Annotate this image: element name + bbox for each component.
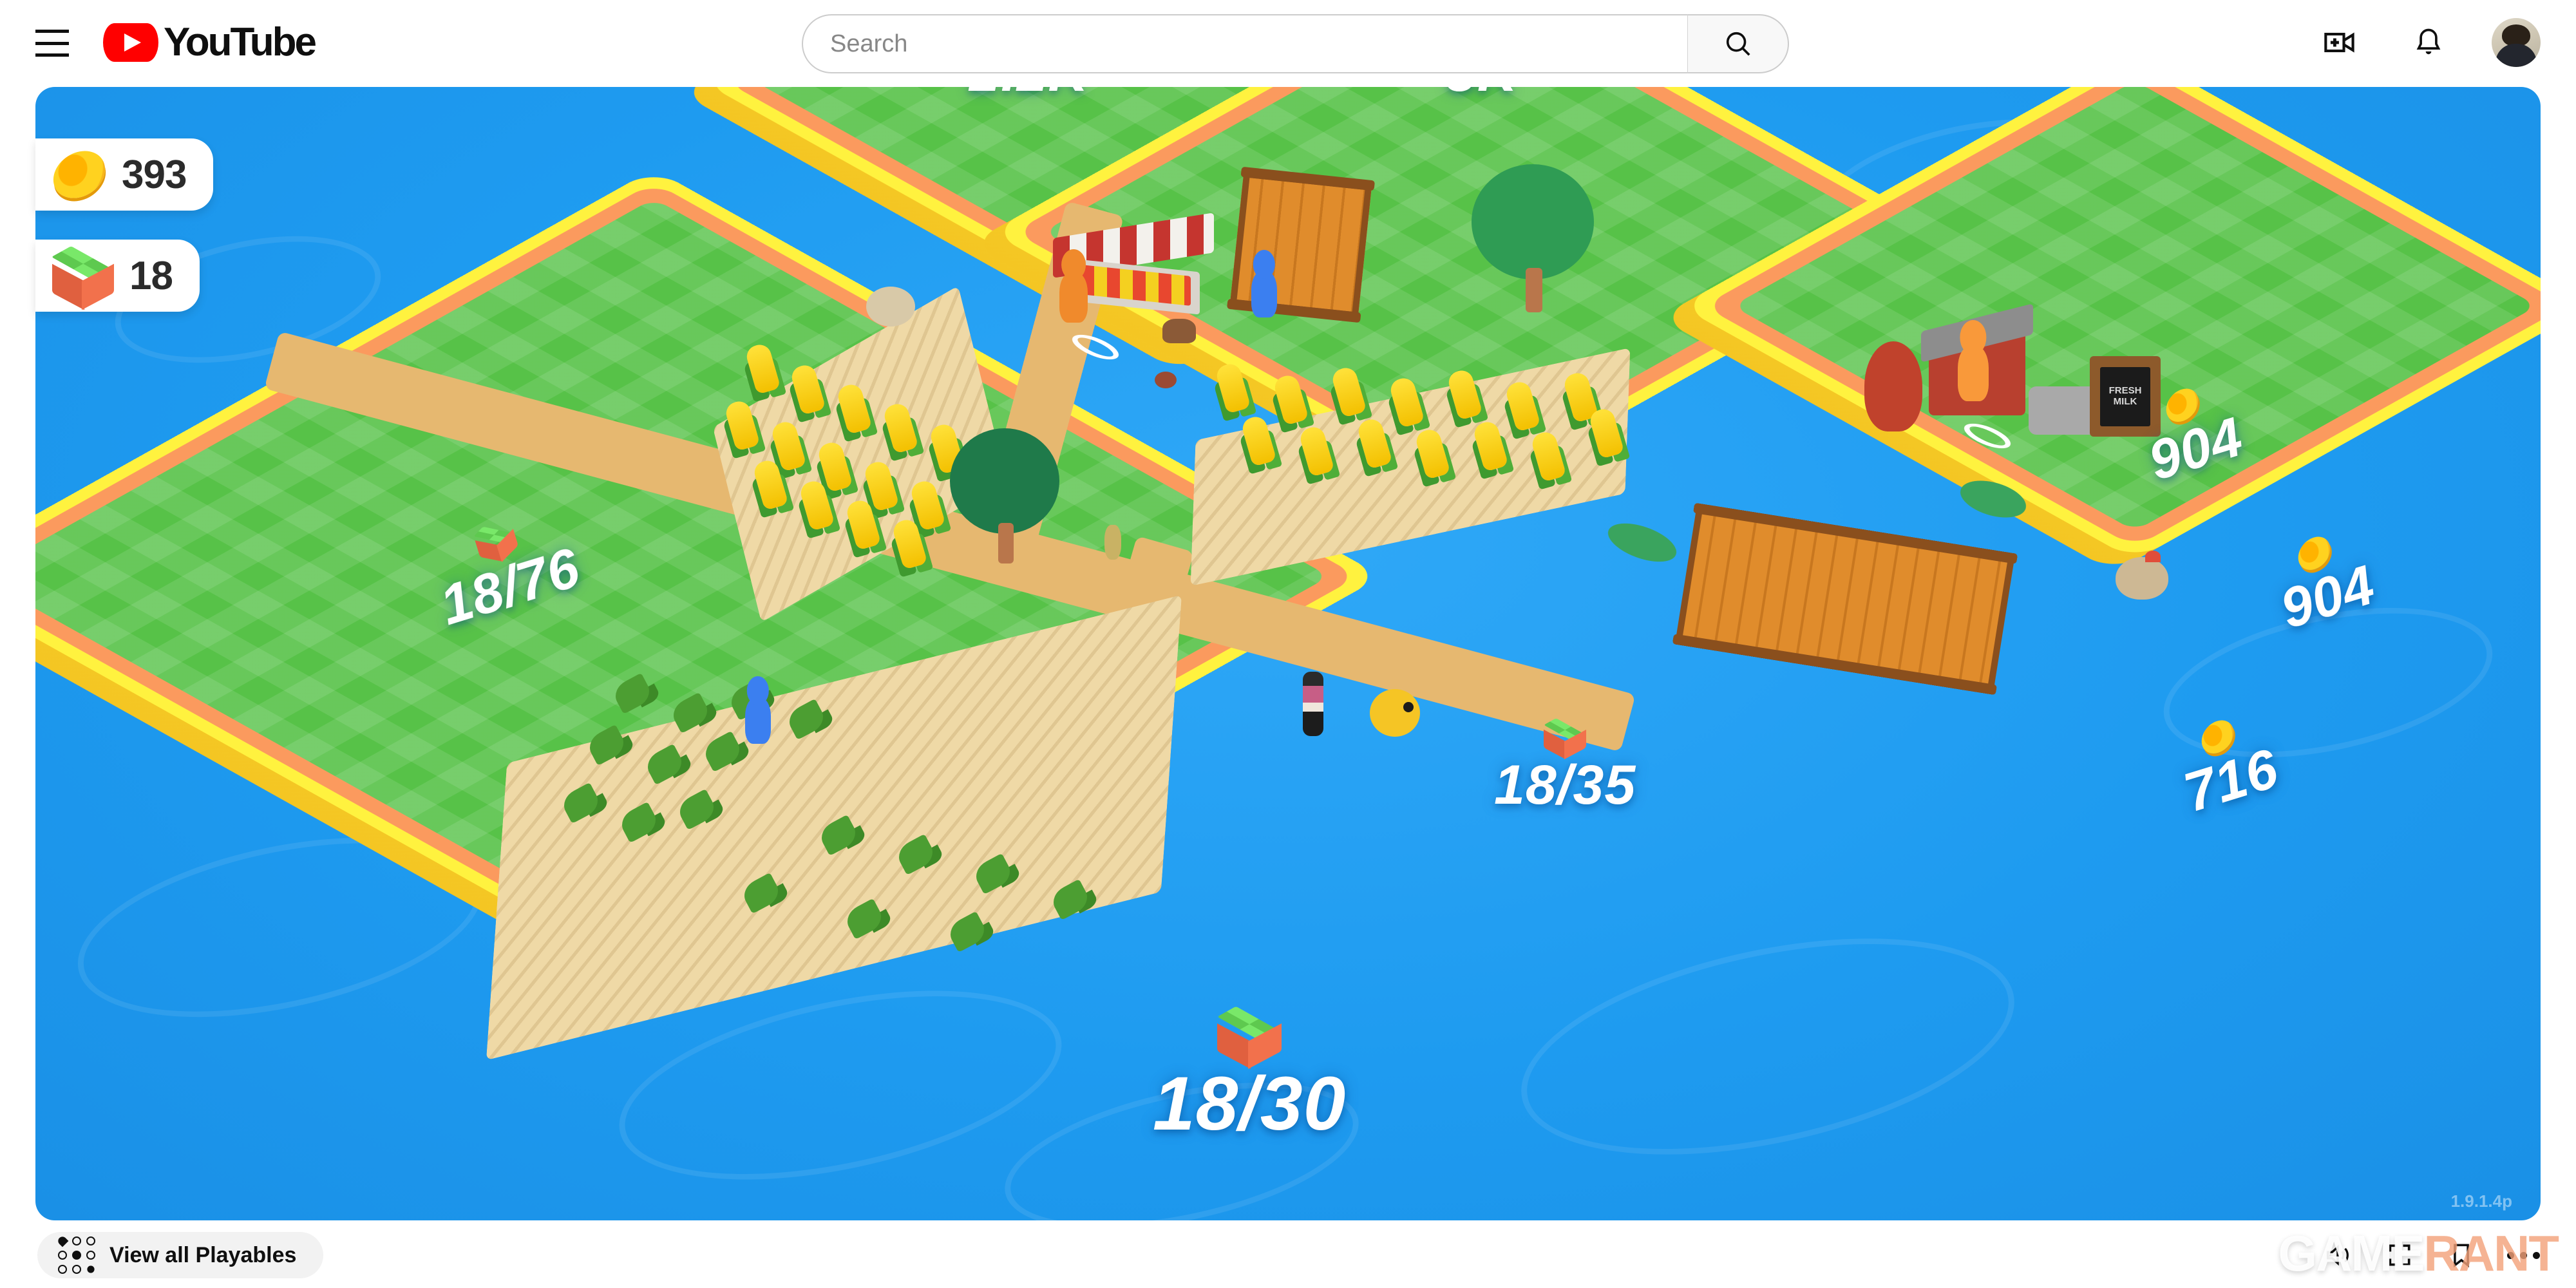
npc-head [1253,249,1276,279]
water-ripple [1502,900,2034,1193]
milk-cans[interactable] [2029,386,2099,435]
hamburger-menu-icon[interactable] [35,30,69,57]
npc-head [1960,320,1987,355]
npc-head [1061,249,1086,281]
block-counter: 18 [35,240,200,312]
player-controls [2311,1228,2550,1282]
npc-orange-shopkeeper[interactable] [1958,320,1989,401]
bottom-bar: View all Playables GAMERANT [0,1220,2576,1288]
price-label-plot-center[interactable]: 18/35 [1494,718,1636,817]
game-version-label: 1.9.1.4p [2450,1191,2512,1211]
bookmark-icon[interactable] [2434,1228,2488,1282]
view-all-playables-label: View all Playables [109,1242,297,1267]
wheat-sprout [1104,525,1121,560]
fullscreen-icon[interactable] [2372,1228,2427,1282]
search-input[interactable] [802,14,1687,73]
pond [1595,516,1689,569]
tree-trunk [998,523,1014,564]
npc-head [746,676,770,705]
create-video-icon[interactable] [2314,17,2365,68]
price-label-text: 716 [2177,737,2286,824]
chick-pet[interactable] [1370,689,1420,737]
search-button[interactable] [1687,14,1789,73]
search-bar [802,14,1789,73]
price-label-plot-bottom[interactable]: 18/30 [1153,1006,1347,1148]
chicken-comb [2145,551,2161,562]
coin-counter-value: 393 [122,152,187,197]
apple-tree[interactable] [1472,164,1594,312]
tree-crown-icon [950,428,1059,534]
price-label-text: 18/30 [1153,1061,1347,1146]
playable-game-viewport[interactable]: FRESH MILK 18/76 18/35 18/30 904 904 716… [35,87,2541,1220]
npc-orange-vendor[interactable] [1059,249,1088,323]
player-character[interactable] [1303,672,1323,736]
play-triangle-icon [103,23,158,62]
youtube-wordmark: YouTube [164,20,317,64]
rock [1155,372,1177,388]
price-label-plot-top-left[interactable]: 2.2K [969,87,1089,104]
rock [1162,319,1196,343]
header-actions [2314,17,2541,68]
tree-crown-icon [1472,164,1594,280]
npc-blue-worker[interactable] [1251,249,1277,317]
tree[interactable] [950,428,1059,564]
more-options-icon[interactable] [2496,1228,2550,1282]
youtube-header: YouTube [0,0,2576,87]
chicken-animal[interactable] [2116,551,2168,600]
chick-eye [1403,702,1414,712]
tree-trunk [1525,268,1543,312]
search-icon [1726,32,1750,56]
grass-block-icon [1544,718,1587,760]
npc-blue-worker[interactable] [745,676,771,744]
user-avatar[interactable] [2492,18,2541,67]
apps-grid-icon [56,1235,96,1274]
youtube-logo[interactable]: YouTube [103,20,317,64]
price-label-text: 3K [1446,87,1518,104]
coin-counter: 393 [35,138,214,211]
gold-coin-icon [49,144,109,205]
price-label-text: 18/35 [1494,754,1636,816]
bridge-east[interactable] [1675,507,2015,691]
sheep-animal[interactable] [866,287,915,327]
grass-block-icon [1217,1006,1282,1069]
island-grass-surface [1732,87,2538,531]
view-all-playables-button[interactable]: View all Playables [37,1232,324,1278]
notifications-bell-icon[interactable] [2403,17,2454,68]
price-label-text: 2.2K [969,87,1089,104]
price-label-plot-top-right[interactable]: 3K [1446,87,1518,104]
volume-icon[interactable] [2311,1228,2365,1282]
grass-block-icon [51,246,115,310]
sunflower-patch[interactable] [1864,341,1922,431]
block-counter-value: 18 [129,253,173,298]
